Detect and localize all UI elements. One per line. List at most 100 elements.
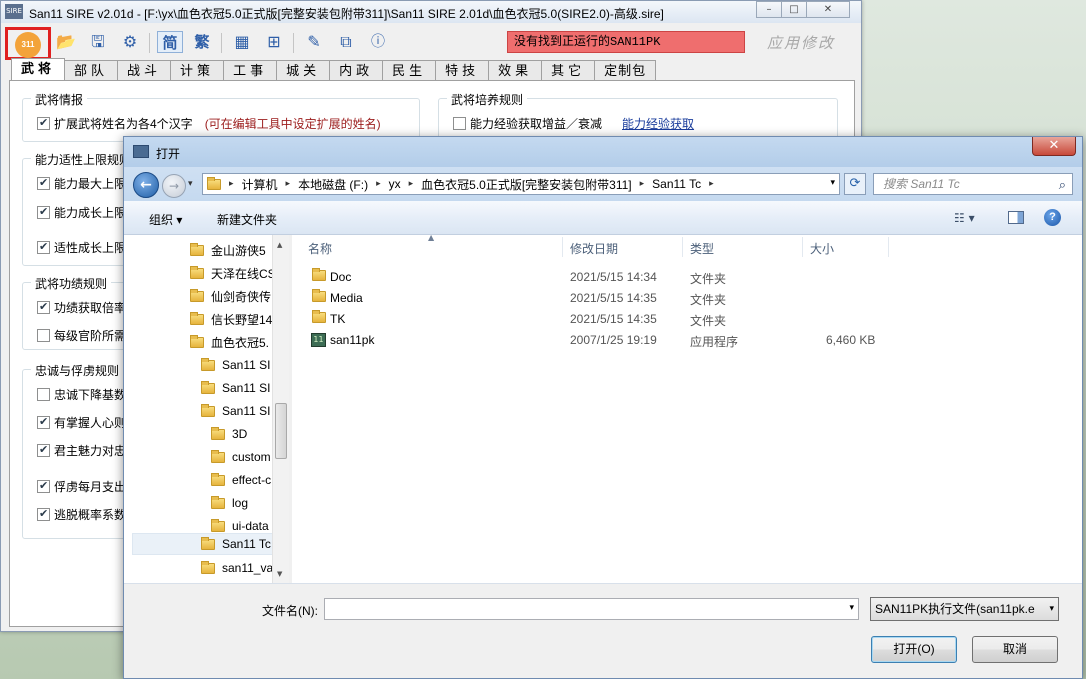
- help-icon[interactable]: ?: [1044, 209, 1061, 226]
- breadcrumb-game-folder[interactable]: 血色衣冠5.0正式版[完整安装包附带311]: [421, 176, 631, 193]
- tree-item[interactable]: 金山游侠5: [190, 239, 266, 261]
- column-name[interactable]: 名称: [308, 240, 332, 257]
- tree-item[interactable]: 天泽在线CS: [190, 262, 276, 284]
- loyalty-decline-checkbox[interactable]: 忠诚下降基数: [37, 386, 126, 403]
- breadcrumb-drive[interactable]: 本地磁盘 (F:): [298, 176, 368, 193]
- column-date[interactable]: 修改日期: [570, 240, 618, 257]
- checkbox-box[interactable]: [37, 388, 50, 401]
- chevron-right-icon[interactable]: ▸: [286, 179, 291, 189]
- tab-livelihood[interactable]: 民生: [382, 60, 436, 80]
- lord-charm-checkbox[interactable]: 君主魅力对忠: [37, 442, 126, 459]
- tree-item[interactable]: San11 SI: [201, 377, 270, 399]
- ability-growth-checkbox[interactable]: 能力成长上限: [37, 204, 126, 221]
- apply-changes-button[interactable]: 应用修改: [767, 32, 835, 53]
- checkbox-box[interactable]: [37, 444, 50, 457]
- checkbox-box[interactable]: [453, 117, 466, 130]
- open-folder-icon[interactable]: 📂: [55, 31, 77, 53]
- tab-other[interactable]: 其它: [541, 60, 595, 80]
- info-icon[interactable]: ⓘ: [367, 31, 389, 53]
- breadcrumb-current[interactable]: San11 Tc: [652, 177, 701, 191]
- chevron-down-icon[interactable]: ▾: [849, 603, 854, 613]
- tab-city-gate[interactable]: 城关: [276, 60, 330, 80]
- file-row[interactable]: Media 2021/5/15 14:35 文件夹: [292, 288, 1083, 309]
- tree-item[interactable]: San11 SI: [201, 400, 270, 422]
- tab-skills[interactable]: 特技: [435, 60, 489, 80]
- tree-item[interactable]: 血色衣冠5.: [190, 331, 269, 353]
- simplified-chinese-button[interactable]: 简: [157, 31, 183, 53]
- checkbox-box[interactable]: [37, 480, 50, 493]
- hearts-checkbox[interactable]: 有掌握人心则: [37, 414, 126, 431]
- tab-internal[interactable]: 内政: [329, 60, 383, 80]
- captive-cost-checkbox[interactable]: 俘虏每月支出: [37, 478, 126, 495]
- tab-general[interactable]: 武将: [11, 58, 65, 80]
- tree-item[interactable]: 信长野望14: [190, 308, 272, 330]
- address-bar[interactable]: ▸ 计算机 ▸ 本地磁盘 (F:) ▸ yx ▸ 血色衣冠5.0正式版[完整安装…: [202, 173, 840, 195]
- preview-pane-icon[interactable]: [1008, 211, 1024, 224]
- save-icon[interactable]: 🖫: [87, 31, 109, 53]
- escape-rate-checkbox[interactable]: 逃脱概率系数: [37, 506, 126, 523]
- checkbox-box[interactable]: [37, 301, 50, 314]
- chevron-right-icon[interactable]: ▸: [376, 179, 381, 189]
- tree-item[interactable]: effect-c: [211, 469, 271, 491]
- file-type-select[interactable]: SAN11PK执行文件(san11pk.e ▾: [870, 597, 1059, 621]
- column-type[interactable]: 类型: [690, 240, 714, 257]
- exp-gain-link[interactable]: 能力经验获取: [622, 115, 694, 132]
- file-row[interactable]: Doc 2021/5/15 14:34 文件夹: [292, 267, 1083, 288]
- tree-item[interactable]: San11 SI: [201, 354, 270, 376]
- tree-item-selected[interactable]: San11 Tc: [132, 533, 274, 555]
- column-size[interactable]: 大小: [810, 240, 834, 257]
- edit-pen-icon[interactable]: ✎: [303, 31, 325, 53]
- search-input[interactable]: 搜索 San11 Tc ⌕: [873, 173, 1073, 195]
- checkbox-box[interactable]: [37, 241, 50, 254]
- checkbox-box[interactable]: [37, 177, 50, 190]
- grid-icon[interactable]: ▦: [231, 31, 253, 53]
- tab-troops[interactable]: 部队: [64, 60, 118, 80]
- tab-stratagem[interactable]: 计策: [170, 60, 224, 80]
- chevron-right-icon[interactable]: ▸: [229, 179, 234, 189]
- refresh-icon[interactable]: ⟳: [844, 173, 866, 195]
- launch-san11-button[interactable]: 311: [5, 27, 51, 60]
- copy-icon[interactable]: ⧉: [335, 31, 357, 53]
- dialog-close-button[interactable]: ✕: [1032, 137, 1076, 156]
- checkbox-box[interactable]: [37, 206, 50, 219]
- breadcrumb-computer[interactable]: 计算机: [242, 176, 278, 193]
- chevron-right-icon[interactable]: ▸: [409, 179, 414, 189]
- tree-item[interactable]: 3D: [211, 423, 247, 445]
- close-button[interactable]: ✕: [806, 1, 850, 18]
- windows-icon[interactable]: ⊞: [263, 31, 285, 53]
- scroll-down-arrow-icon[interactable]: ▼: [277, 570, 282, 578]
- rank-required-checkbox[interactable]: 每级官阶所需: [37, 327, 126, 344]
- chevron-right-icon[interactable]: ▸: [709, 179, 714, 189]
- tree-item[interactable]: log: [211, 492, 248, 514]
- minimize-button[interactable]: –: [756, 1, 782, 18]
- tab-battle[interactable]: 战斗: [117, 60, 171, 80]
- tab-works[interactable]: 工事: [223, 60, 277, 80]
- tree-scrollbar[interactable]: ▲ ▼: [272, 235, 289, 583]
- chevron-down-icon[interactable]: ▾: [1047, 598, 1054, 620]
- breadcrumb-yx[interactable]: yx: [389, 177, 401, 191]
- merit-rate-checkbox[interactable]: 功绩获取倍率: [37, 299, 126, 316]
- scroll-up-arrow-icon[interactable]: ▲: [277, 241, 282, 249]
- checkbox-box[interactable]: [37, 508, 50, 521]
- dialog-title-bar[interactable]: 打开 ✕: [124, 137, 1082, 167]
- organize-button[interactable]: 组织 ▾: [149, 211, 182, 228]
- cancel-button[interactable]: 取消: [972, 636, 1058, 663]
- settings-icon[interactable]: ⚙: [119, 31, 141, 53]
- checkbox-box[interactable]: [37, 329, 50, 342]
- tab-custom-pack[interactable]: 定制包: [594, 60, 656, 80]
- tree-item[interactable]: 仙剑奇侠传: [190, 285, 271, 307]
- ability-max-checkbox[interactable]: 能力最大上限: [37, 175, 126, 192]
- search-icon[interactable]: ⌕: [1059, 176, 1066, 196]
- chevron-down-icon[interactable]: ▾: [830, 178, 835, 188]
- back-arrow-icon[interactable]: ←: [133, 172, 159, 198]
- tree-item[interactable]: custom: [211, 446, 271, 468]
- file-row[interactable]: 11 san11pk 2007/1/25 19:19 应用程序 6,460 KB: [292, 330, 1083, 351]
- main-title-bar[interactable]: SIRE San11 SIRE v2.01d - [F:\yx\血色衣冠5.0正…: [1, 1, 861, 23]
- aptitude-growth-checkbox[interactable]: 适性成长上限: [37, 239, 126, 256]
- maximize-button[interactable]: □: [781, 1, 807, 18]
- extend-name-checkbox[interactable]: 扩展武将姓名为各4个汉字 (可在编辑工具中设定扩展的姓名): [37, 115, 381, 132]
- history-dropdown-icon[interactable]: ▾: [188, 179, 193, 189]
- tree-item[interactable]: san11_va: [201, 557, 273, 579]
- traditional-chinese-button[interactable]: 繁: [191, 31, 213, 53]
- filename-input[interactable]: ▾: [324, 598, 859, 620]
